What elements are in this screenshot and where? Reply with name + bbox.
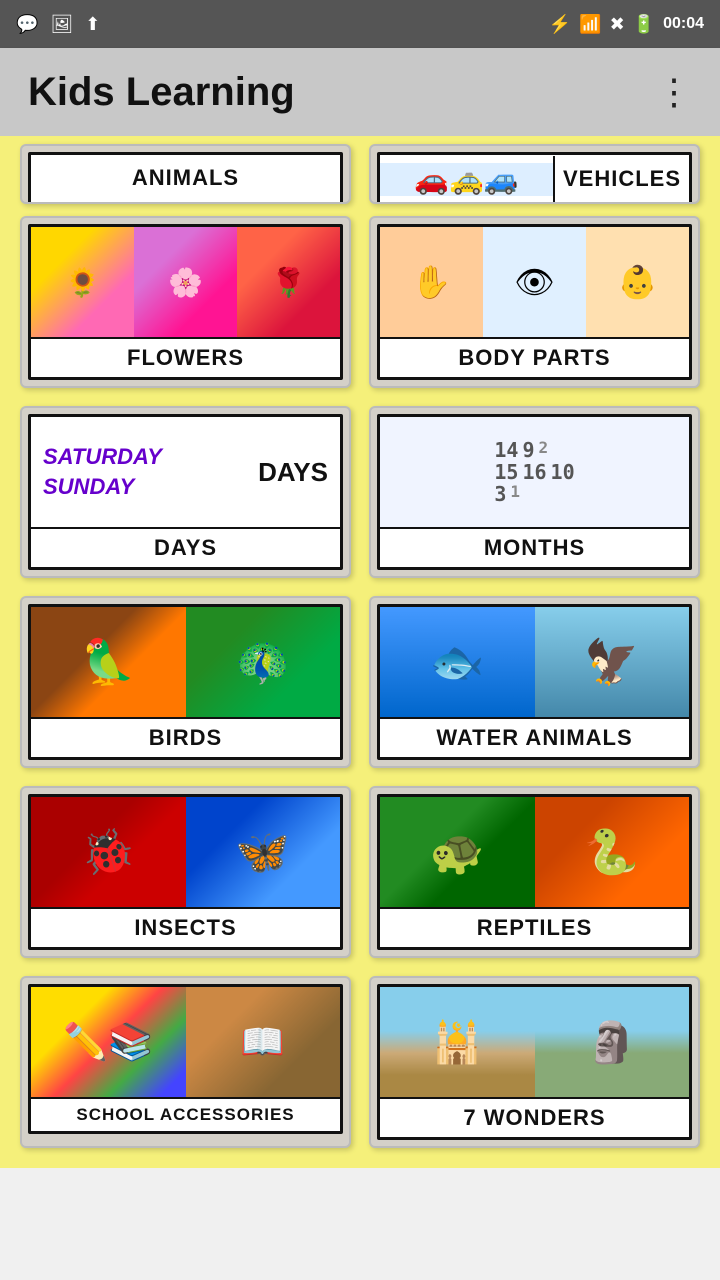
category-card-reptiles[interactable]: 🐢 🐍 REPTILES [369,786,700,958]
school-img-2: 📖 [186,987,341,1097]
body-img-1: ✋ [380,227,483,337]
category-card-7-wonders[interactable]: 🕌 🗿 7 WONDERS [369,976,700,1148]
school-img-1: ✏️📚 [31,987,186,1097]
flowers-img-2: 🌸 [134,227,237,337]
category-card-insects[interactable]: 🐞 🦋 INSECTS [20,786,351,958]
more-options-icon[interactable]: ⋮ [656,74,692,110]
status-right-icons: ⚡ 📶 ✖ 🔋 00:04 [549,14,704,35]
body-img-2: 👁 [483,227,586,337]
status-bar: 💬 🖼 ⬆ ⚡ 📶 ✖ 🔋 00:04 [0,0,720,48]
birds-img-1: 🦜 [31,607,186,717]
category-card-school-accessories[interactable]: ✏️📚 📖 SCHOOL ACCESSORIES [20,976,351,1148]
categories-grid: 🌻 🌸 🌹 FLOWERS ✋ 👁 👶 BODY PARTS SATURDAY … [0,204,720,1168]
category-card-flowers[interactable]: 🌻 🌸 🌹 FLOWERS [20,216,351,388]
days-label: DAYS [31,527,340,567]
category-card-months[interactable]: 1492 151610 31 MONTHS [369,406,700,578]
months-label: MONTHS [380,527,689,567]
body-parts-label: BODY PARTS [380,337,689,377]
days-saturday: SATURDAY [43,444,162,470]
category-card-animals[interactable]: ANIMALS [20,144,351,204]
flowers-label: FLOWERS [31,337,340,377]
app-title: Kids Learning [28,70,295,115]
app-bar: Kids Learning ⋮ [0,48,720,136]
water-img-2: 🦅 [535,607,690,717]
signal-icon: 📶 [579,14,601,35]
insects-img-2: 🦋 [186,797,341,907]
flowers-img-3: 🌹 [237,227,340,337]
vehicles-label: VEHICLES [553,156,689,202]
reptiles-img-1: 🐢 [380,797,535,907]
birds-img-2: 🦚 [186,607,341,717]
insects-label: INSECTS [31,907,340,947]
category-card-days[interactable]: SATURDAY SUNDAY DAYS DAYS [20,406,351,578]
network-off-icon: ✖ [610,14,625,35]
water-animals-label: WATER ANIMALS [380,717,689,757]
school-accessories-label: SCHOOL ACCESSORIES [31,1097,340,1131]
battery-icon: 🔋 [633,14,655,35]
whatsapp-icon: 💬 [16,14,38,35]
reptiles-label: REPTILES [380,907,689,947]
water-img-1: 🐟 [380,607,535,717]
category-card-birds[interactable]: 🦜 🦚 BIRDS [20,596,351,768]
body-img-3: 👶 [586,227,689,337]
flowers-img-1: 🌻 [31,227,134,337]
category-card-body-parts[interactable]: ✋ 👁 👶 BODY PARTS [369,216,700,388]
upload-icon: ⬆ [85,14,100,35]
wonders-img-2: 🗿 [535,987,690,1097]
insects-img-1: 🐞 [31,797,186,907]
days-sunday: SUNDAY [43,474,134,500]
status-time: 00:04 [663,15,704,33]
days-inline-label: DAYS [204,417,340,527]
category-card-vehicles[interactable]: 🚗🚕🚙 VEHICLES [369,144,700,204]
category-card-water-animals[interactable]: 🐟 🦅 WATER ANIMALS [369,596,700,768]
birds-label: BIRDS [31,717,340,757]
bluetooth-icon: ⚡ [549,14,571,35]
reptiles-img-2: 🐍 [535,797,690,907]
7-wonders-label: 7 WONDERS [380,1097,689,1137]
animals-label: ANIMALS [31,155,340,201]
image-icon: 🖼 [50,14,73,35]
wonders-img-1: 🕌 [380,987,535,1097]
status-left-icons: 💬 🖼 ⬆ [16,14,100,35]
